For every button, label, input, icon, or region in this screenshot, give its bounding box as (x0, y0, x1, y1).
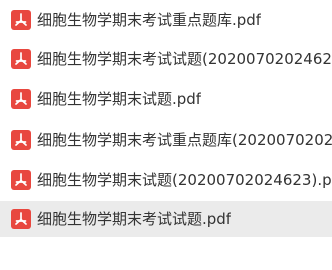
file-item-6[interactable]: 细胞生物学期末考试试题.pdf (0, 201, 332, 237)
file-item-5[interactable]: 细胞生物学期末试题(20200702024623).pd (0, 162, 332, 198)
file-item-3[interactable]: 细胞生物学期末试题.pdf (0, 81, 332, 117)
file-name: 细胞生物学期末考试试题(20200702024627) (37, 50, 332, 68)
file-name: 细胞生物学期末考试重点题库(20200702024 (37, 131, 332, 149)
pdf-file-icon (11, 10, 31, 30)
pdf-file-icon (11, 170, 31, 190)
file-name: 细胞生物学期末试题.pdf (37, 90, 202, 108)
pdf-file-icon (11, 89, 31, 109)
file-name: 细胞生物学期末试题(20200702024623).pd (37, 171, 332, 189)
file-item-4[interactable]: 细胞生物学期末考试重点题库(20200702024 (0, 122, 332, 158)
pdf-file-icon (11, 49, 31, 69)
pdf-file-icon (11, 209, 31, 229)
pdf-file-icon (11, 130, 31, 150)
file-item-2[interactable]: 细胞生物学期末考试试题(20200702024627) (0, 41, 332, 77)
file-name: 细胞生物学期末考试重点题库.pdf (37, 11, 262, 29)
file-item-1[interactable]: 细胞生物学期末考试重点题库.pdf (0, 2, 332, 38)
file-name: 细胞生物学期末考试试题.pdf (37, 210, 232, 228)
file-list: 细胞生物学期末考试重点题库.pdf 细胞生物学期末考试试题(2020070202… (0, 0, 332, 270)
